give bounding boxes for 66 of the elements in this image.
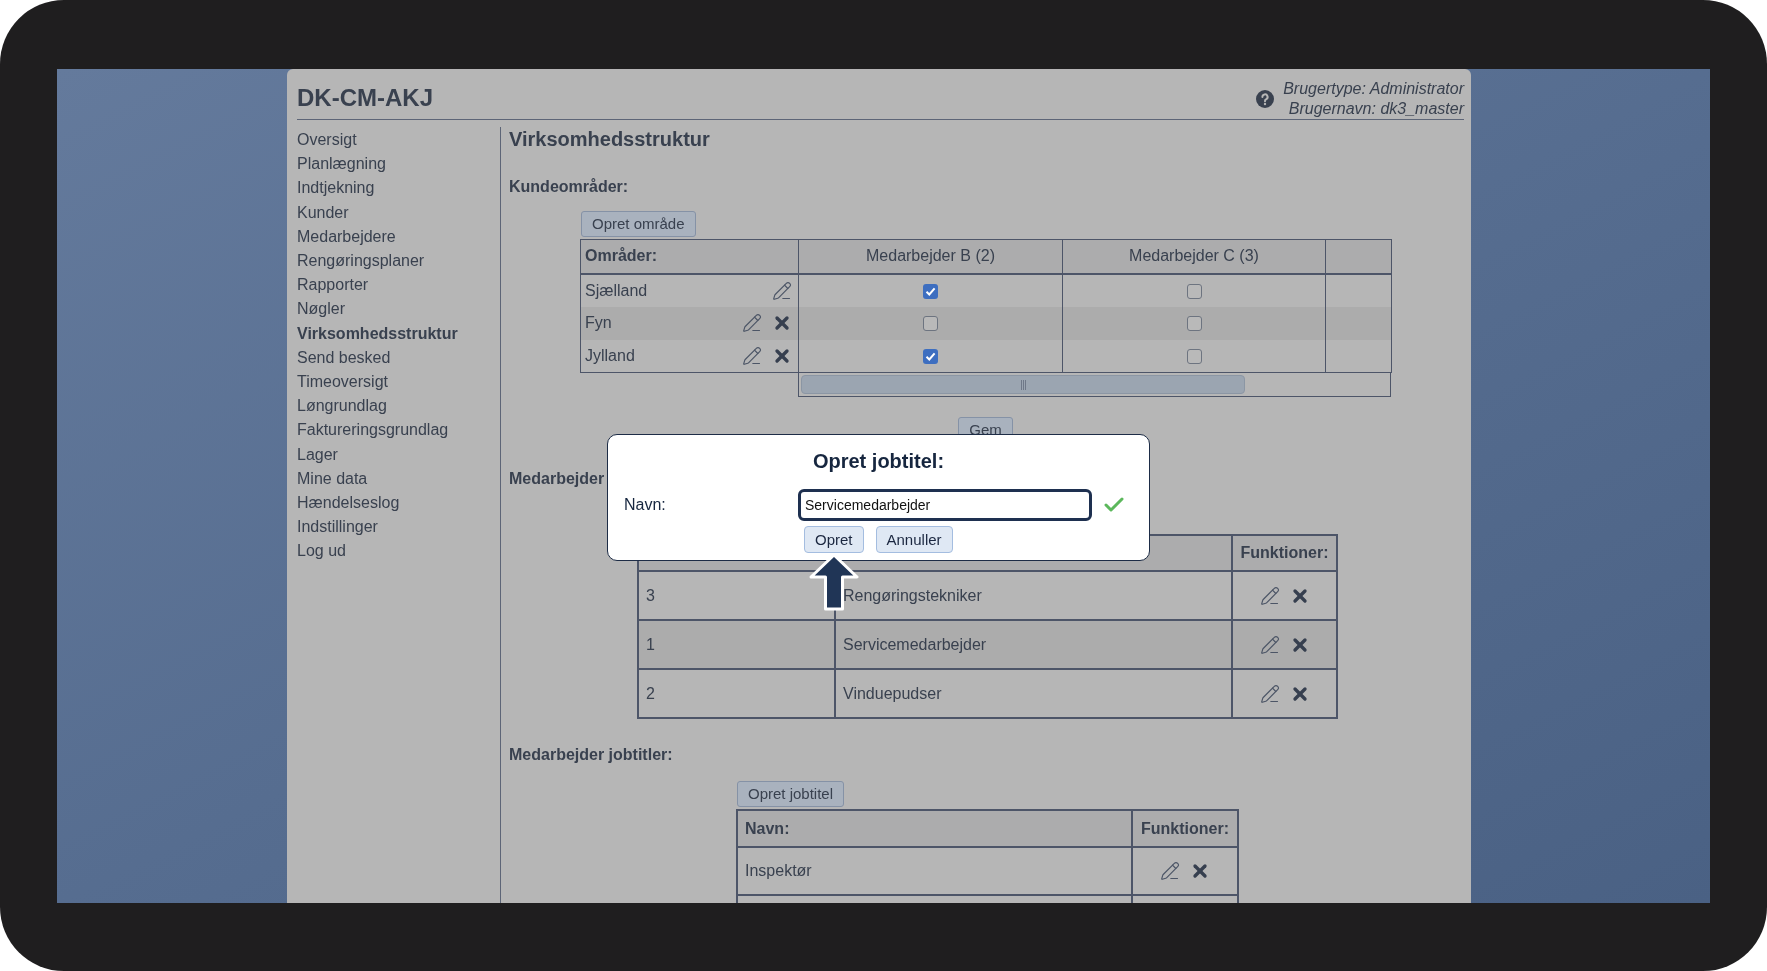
nav-link[interactable]: Send besked (297, 345, 391, 371)
pencil-icon[interactable] (1259, 634, 1280, 655)
nav-link[interactable]: Hændelseslog (297, 491, 400, 516)
user-name-label: Brugernavn: dk3_master (1288, 99, 1464, 119)
table-cell-text: Fyn (585, 313, 612, 333)
pencil-icon[interactable] (1259, 585, 1280, 606)
create-job-title-button[interactable]: Opret jobtitel (737, 781, 845, 807)
table-cell-text: Sjælland (585, 280, 648, 301)
column-header: Medarbejder C (3) (1062, 239, 1326, 274)
checkbox[interactable] (923, 283, 938, 299)
table-cell: 3 (646, 586, 655, 604)
nav-link[interactable]: Rapporter (297, 273, 369, 298)
checkbox[interactable] (923, 349, 938, 364)
page-title: Virksomhedsstruktur (509, 127, 710, 151)
nav-link[interactable]: Nøgler (297, 297, 345, 322)
create-area-button[interactable]: Opret område (581, 211, 696, 237)
column-header: Funktioner: (1132, 810, 1238, 847)
dialog-title: Opret jobtitel: (811, 449, 946, 473)
nav-link[interactable]: Medarbejdere (297, 224, 396, 249)
nav-link[interactable]: Log ud (297, 539, 346, 564)
pencil-icon[interactable] (742, 313, 762, 333)
nav-link[interactable]: Faktureringsgrundlag (297, 418, 449, 443)
column-header: Funktioner: (1232, 535, 1337, 571)
nav-link[interactable]: Mine data (297, 466, 368, 492)
table-cell-text: Jylland (585, 345, 635, 366)
pencil-icon[interactable] (772, 280, 792, 301)
field-label: Navn: (623, 495, 667, 515)
cancel-button[interactable]: Annuller (875, 526, 953, 553)
create-button[interactable]: Opret (804, 526, 864, 553)
column-header: Medarbejder B (2) (798, 239, 1063, 274)
pencil-icon[interactable] (1259, 683, 1280, 704)
section-heading: Medarbejder (509, 469, 605, 489)
checkbox[interactable] (923, 316, 938, 332)
nav-link[interactable]: Indstillinger (297, 515, 378, 540)
nav-link[interactable]: Timeoversigt (297, 370, 388, 395)
checkbox[interactable] (1186, 316, 1202, 332)
column-header: Områder: (580, 239, 799, 274)
checkbox[interactable] (1186, 283, 1202, 299)
nav-link[interactable]: Rengøringsplaner (297, 249, 425, 274)
table-cell: Vinduepudser (843, 684, 942, 702)
help-icon[interactable] (1256, 90, 1275, 108)
table-cell: Inspektør (745, 862, 812, 879)
table-cell: 2 (646, 684, 655, 702)
table-cell: Rengøringstekniker (843, 586, 982, 604)
user-type-label: Brugertype: Administrator (1283, 79, 1464, 99)
section-heading: Medarbejder jobtitler: (509, 745, 673, 765)
nav-link[interactable]: Kunder (297, 200, 349, 225)
nav-link[interactable]: Planlægning (297, 152, 386, 177)
pencil-icon[interactable] (1160, 861, 1180, 881)
table-cell: Servicemedarbejder (843, 635, 987, 653)
column-header: Navn: (737, 810, 1132, 847)
nav-link[interactable]: Virksomhedsstruktur (297, 321, 458, 346)
app-title: DK-CM-AKJ (297, 83, 433, 112)
table-cell: 1 (646, 635, 655, 653)
horizontal-scrollbar[interactable] (798, 373, 1391, 397)
checkbox[interactable] (1186, 349, 1202, 364)
nav-link[interactable]: Løngrundlag (297, 394, 387, 419)
nav-link[interactable]: Oversigt (297, 128, 357, 153)
section-heading: Kundeområder: (509, 177, 629, 197)
x-icon[interactable] (1190, 861, 1210, 881)
x-icon[interactable] (772, 313, 792, 333)
name-input[interactable]: Servicemedarbejder (798, 489, 1092, 521)
nav-link[interactable]: Indtjekning (297, 176, 375, 201)
nav-link[interactable]: Lager (297, 442, 338, 467)
scrollbar-thumb[interactable] (801, 375, 1245, 394)
pencil-icon[interactable] (742, 345, 762, 366)
